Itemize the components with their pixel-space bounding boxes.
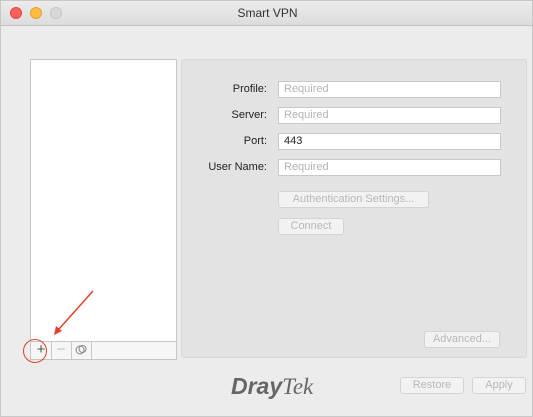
advanced-button[interactable]: Advanced... — [424, 331, 500, 348]
port-input[interactable]: 443 — [278, 133, 501, 150]
restore-button[interactable]: Restore — [400, 377, 464, 394]
username-label: User Name: — [208, 161, 267, 173]
logo-part-dray: Dray — [231, 373, 283, 399]
authentication-settings-button[interactable]: Authentication Settings... — [278, 191, 429, 208]
profile-detail-panel — [181, 59, 527, 358]
server-label: Server: — [231, 109, 267, 121]
apply-button[interactable]: Apply — [472, 377, 526, 394]
draytek-logo: DrayTek — [231, 373, 313, 400]
server-input[interactable]: Required — [278, 107, 501, 124]
smart-vpn-window: Smart VPN + − Profile: Required Server: … — [0, 0, 533, 417]
username-input[interactable]: Required — [278, 159, 501, 176]
port-label: Port: — [243, 135, 267, 147]
profile-input[interactable]: Required — [278, 81, 501, 98]
logo-part-tek: Tek — [282, 374, 314, 399]
connect-button[interactable]: Connect — [278, 218, 344, 235]
profile-label: Profile: — [232, 83, 267, 95]
